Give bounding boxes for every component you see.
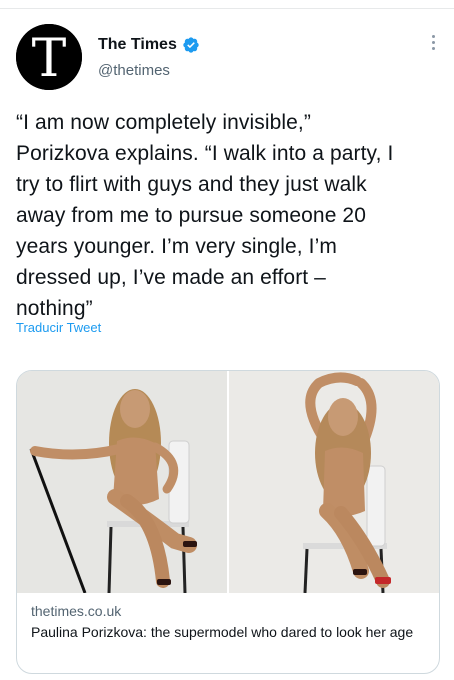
more-options-icon[interactable]	[430, 35, 436, 53]
link-card[interactable]: thetimes.co.uk Paulina Porizkova: the su…	[16, 370, 440, 674]
card-domain: thetimes.co.uk	[31, 603, 122, 619]
card-photo-right	[229, 371, 439, 594]
times-logo-icon: T	[16, 24, 82, 90]
card-image[interactable]	[17, 371, 439, 594]
author-handle[interactable]: @thetimes	[98, 62, 170, 79]
card-title[interactable]: Paulina Porizkova: the supermodel who da…	[31, 622, 431, 642]
card-photo-left	[17, 371, 227, 594]
author-name[interactable]: The Times	[98, 36, 177, 54]
translate-tweet-link[interactable]: Traducir Tweet	[16, 320, 101, 335]
top-divider	[0, 8, 454, 9]
tweet-text: “I am now completely invisible,” Porizko…	[16, 111, 394, 320]
avatar[interactable]: T	[16, 24, 82, 90]
avatar-letter: T	[32, 29, 67, 89]
verified-badge-icon	[183, 37, 199, 53]
author-name-row[interactable]: The Times	[98, 36, 200, 54]
